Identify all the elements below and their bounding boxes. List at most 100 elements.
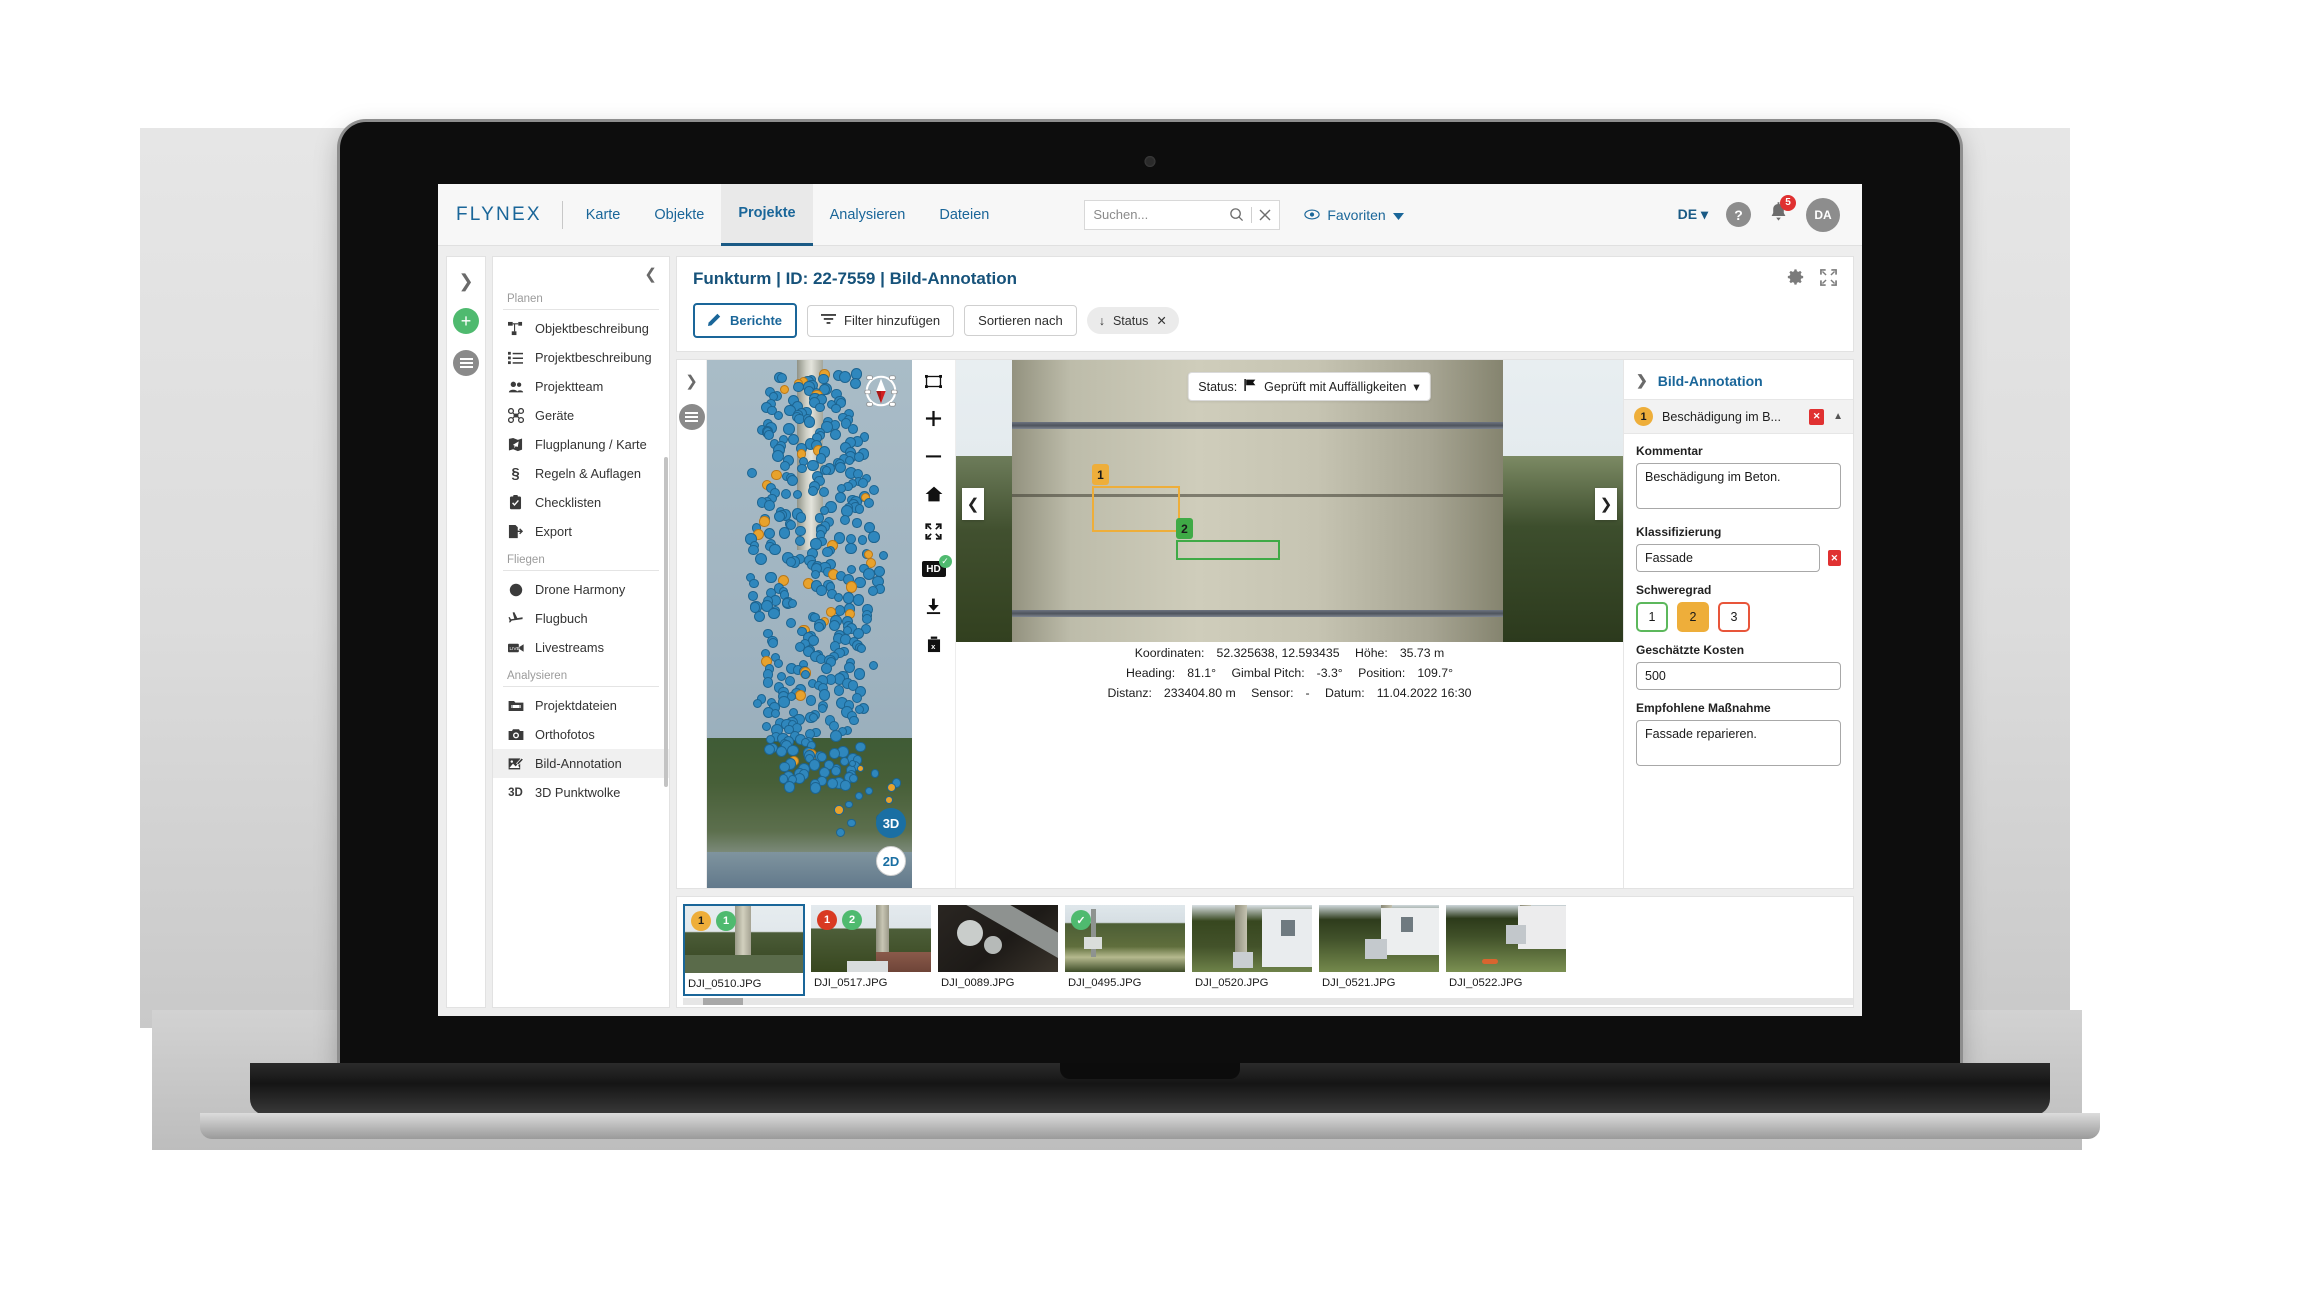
map-mode-2d-button[interactable]: 2D	[876, 846, 906, 876]
fullscreen-icon[interactable]	[1820, 269, 1837, 291]
severity-option-2[interactable]: 2	[1677, 602, 1709, 632]
filmstrip-thumbnail[interactable]: ✓ DJI_0495.JPG	[1064, 904, 1186, 996]
gear-icon[interactable]	[1787, 269, 1804, 291]
add-filter-button[interactable]: Filter hinzufügen	[807, 304, 955, 337]
comment-field[interactable]: Beschädigung im Beton.	[1636, 463, 1841, 509]
sidebar-collapse-icon[interactable]: ❮	[493, 257, 669, 285]
nav-item-projekte[interactable]: Projekte	[721, 184, 813, 246]
filmstrip-thumbnail[interactable]: 1 2 DJI_0517.JPG	[810, 904, 932, 996]
thumbnail-image	[1446, 905, 1566, 972]
filmstrip-thumbnail[interactable]: 1 1 DJI_0510.JPG	[683, 904, 805, 996]
home-icon[interactable]	[925, 486, 943, 502]
classification-field[interactable]	[1636, 544, 1820, 572]
sidebar-item-projektteam[interactable]: Projektteam	[493, 372, 669, 401]
sidebar-item-bild-annotation[interactable]: Bild-Annotation	[493, 749, 669, 778]
filmstrip-thumbnail[interactable]: DJI_0522.JPG	[1445, 904, 1567, 996]
language-selector[interactable]: DE ▾	[1678, 206, 1708, 223]
search-icon[interactable]	[1229, 207, 1244, 222]
list-menu-button[interactable]	[453, 350, 479, 376]
delete-icon[interactable]: x	[926, 636, 942, 653]
thumbnail-badge: 1	[691, 911, 711, 931]
map-mode-3d-button[interactable]: 3D	[876, 808, 906, 838]
delete-classification-icon[interactable]: ✕	[1827, 550, 1841, 566]
sort-by-button[interactable]: Sortieren nach	[964, 305, 1077, 336]
annotation-marker-2[interactable]: 2	[1176, 518, 1193, 539]
sidebar-item-export[interactable]: Export	[493, 517, 669, 546]
map-layers-button[interactable]	[678, 404, 705, 430]
collapse-annotation-icon[interactable]: ▲	[1833, 411, 1843, 422]
nav-item-analysieren[interactable]: Analysieren	[813, 184, 923, 246]
measure-field[interactable]: Fassade reparieren.	[1636, 720, 1841, 766]
sidebar-item-label: Flugplanung / Karte	[535, 437, 647, 452]
map-expand-icon[interactable]: ❯	[685, 372, 698, 390]
add-button[interactable]: +	[453, 308, 479, 334]
sidebar-item-checklisten[interactable]: Checklisten	[493, 488, 669, 517]
sidebar-item-objektbeschreibung[interactable]: Objektbeschreibung	[493, 314, 669, 343]
photo-viewer[interactable]: 1 2 ❮ ❯ Status: Geprüft mit Auffälligkei…	[956, 360, 1623, 888]
sidebar-item-flugplanung-karte[interactable]: Flugplanung / Karte	[493, 430, 669, 459]
photo-tower	[1012, 360, 1503, 642]
download-icon[interactable]	[925, 598, 942, 615]
filmstrip-thumbnail[interactable]: DJI_0520.JPG	[1191, 904, 1313, 996]
flynex-logo[interactable]: FLYNEX	[456, 204, 562, 226]
filmstrip-scroll-thumb[interactable]	[703, 998, 743, 1005]
chevron-right-icon[interactable]: ❯	[1636, 372, 1648, 389]
sidebar-item-regeln-auflagen[interactable]: § Regeln & Auflagen	[493, 459, 669, 488]
search-input[interactable]: Suchen...	[1093, 207, 1229, 222]
zoom-in-icon[interactable]	[925, 410, 942, 427]
annotation-box-2[interactable]	[1176, 540, 1280, 560]
position-value: 109.7°	[1417, 665, 1454, 680]
annotation-item-row[interactable]: 1 Beschädigung im B... ✕ ▲	[1624, 399, 1853, 434]
nav-item-karte[interactable]: Karte	[569, 184, 638, 246]
annotation-marker-1[interactable]: 1	[1092, 464, 1109, 485]
nav-item-dateien[interactable]: Dateien	[922, 184, 1006, 246]
close-icon[interactable]	[1259, 209, 1271, 221]
status-dropdown[interactable]: Status: Geprüft mit Auffälligkeiten ▾	[1187, 372, 1431, 401]
sidebar-scrollbar[interactable]	[664, 457, 668, 787]
fullscreen-icon[interactable]	[925, 523, 942, 540]
annotation-box-1[interactable]	[1092, 486, 1180, 532]
sidebar-item-label: Export	[535, 524, 572, 539]
avatar[interactable]: DA	[1806, 197, 1840, 232]
help-icon[interactable]: ?	[1726, 202, 1751, 227]
favorites-dropdown[interactable]: Favoriten	[1304, 207, 1404, 223]
delete-annotation-icon[interactable]: ✕	[1809, 408, 1825, 425]
webcam-icon	[1144, 156, 1156, 167]
sidebar-item-geraete[interactable]: Geräte	[493, 401, 669, 430]
filmstrip-thumbnail[interactable]: DJI_0089.JPG	[937, 904, 1059, 996]
crop-icon[interactable]	[925, 374, 942, 389]
photo-image: 1 2 ❮ ❯	[956, 360, 1623, 642]
notifications-button[interactable]: 5	[1769, 194, 1796, 228]
sidebar-item-livestreams[interactable]: LIVE Livestreams	[493, 633, 669, 662]
filmstrip-thumbnail[interactable]: DJI_0521.JPG	[1318, 904, 1440, 996]
nav-item-objekte[interactable]: Objekte	[637, 184, 721, 246]
filmstrip-scrollbar[interactable]	[683, 998, 1853, 1005]
thumbnail-image	[1192, 905, 1312, 972]
camera-icon	[507, 726, 524, 743]
sidebar-item-orthofotos[interactable]: Orthofotos	[493, 720, 669, 749]
cost-label: Geschätzte Kosten	[1636, 643, 1745, 657]
sidebar-item-drone-harmony[interactable]: Drone Harmony	[493, 575, 669, 604]
status-sort-chip[interactable]: ↓ Status ✕	[1086, 307, 1179, 334]
reports-button[interactable]: Berichte	[693, 303, 798, 338]
hd-icon[interactable]: HD ✓	[921, 555, 952, 577]
metadata-line-1: Koordinaten: 52.325638, 12.593435 Höhe: 35…	[956, 644, 1623, 664]
severity-option-1[interactable]: 1	[1636, 602, 1668, 632]
sidebar-item-flugbuch[interactable]: Flugbuch	[493, 604, 669, 633]
sidebar-item-projektbeschreibung[interactable]: Projektbeschreibung	[493, 343, 669, 372]
sidebar-item-3d-punktwolke[interactable]: 3D 3D Punktwolke	[493, 778, 669, 807]
sidebar-item-projektdateien[interactable]: Projektdateien	[493, 691, 669, 720]
point-cloud-map[interactable]: 3D 2D	[707, 360, 912, 888]
thumbnail-badge: 1	[716, 911, 736, 931]
close-icon[interactable]: ✕	[1156, 313, 1166, 328]
zoom-out-icon[interactable]	[925, 448, 942, 465]
add-filter-label: Filter hinzufügen	[844, 313, 941, 328]
cost-field[interactable]	[1636, 662, 1841, 690]
rail-expand-icon[interactable]: ❯	[458, 271, 473, 292]
annotation-panel-header[interactable]: ❯ Bild-Annotation	[1624, 360, 1853, 399]
next-image-button[interactable]: ❯	[1595, 488, 1617, 520]
eye-icon	[1304, 207, 1321, 223]
search-box[interactable]: Suchen...	[1084, 199, 1281, 230]
prev-image-button[interactable]: ❮	[962, 488, 984, 520]
severity-option-3[interactable]: 3	[1718, 602, 1750, 632]
